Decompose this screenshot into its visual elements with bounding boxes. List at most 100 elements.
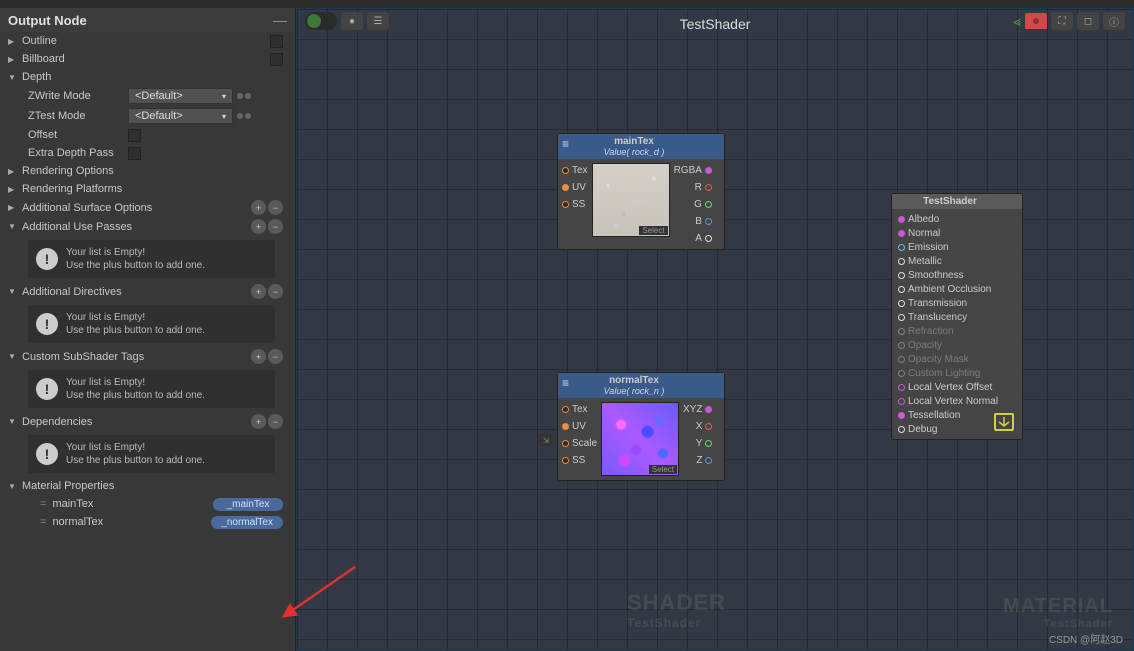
port-r-out[interactable]: R	[674, 180, 712, 194]
select-button[interactable]: Select	[639, 226, 667, 235]
port-g-out[interactable]: G	[674, 197, 712, 211]
billboard-label: Billboard	[22, 53, 270, 65]
prop-normaltex-row[interactable]: = normalTex _normalTex	[0, 513, 291, 531]
material-props-foldout[interactable]: ▼ Material Properties	[0, 477, 291, 495]
exclamation-icon: !	[36, 248, 58, 270]
outline-checkbox[interactable]	[270, 35, 283, 48]
port-transmission[interactable]: Transmission	[898, 296, 1016, 310]
port-ss-in[interactable]: SS	[562, 197, 588, 211]
port-ss-in[interactable]: SS	[562, 453, 597, 467]
port-ao[interactable]: Ambient Occlusion	[898, 282, 1016, 296]
prop-normaltex-name: normalTex	[52, 516, 211, 528]
camera-icon[interactable]	[1025, 13, 1047, 29]
port-rgba-out[interactable]: RGBA	[674, 163, 712, 177]
record-button[interactable]: ●	[341, 12, 363, 30]
directives-add-button[interactable]: +	[251, 284, 266, 299]
port-translucency[interactable]: Translucency	[898, 310, 1016, 324]
csdn-watermark: CSDN @阿赵3D	[1049, 631, 1123, 646]
port-albedo[interactable]: Albedo	[898, 212, 1016, 226]
focus-icon[interactable]: ⛶	[1051, 12, 1073, 30]
dependencies-remove-button[interactable]: −	[268, 414, 283, 429]
directives-foldout[interactable]: ▼ Additional Directives + −	[0, 282, 291, 301]
port-z-out[interactable]: Z	[683, 453, 712, 467]
billboard-checkbox[interactable]	[270, 53, 283, 66]
port-tex-in[interactable]: Tex	[562, 402, 597, 416]
share-icon[interactable]: ⪡	[1013, 13, 1021, 30]
wire-layer	[297, 9, 597, 159]
material-props-label: Material Properties	[22, 480, 283, 492]
subshader-tags-label: Custom SubShader Tags	[22, 351, 251, 363]
zwrite-dropdown[interactable]: <Default> ▾	[128, 88, 233, 104]
node-normaltex[interactable]: ≡ normalTex Value( rock_n ) Tex UV Scale…	[557, 372, 725, 481]
port-xyz-out[interactable]: XYZ	[683, 402, 712, 416]
port-opacity-mask[interactable]: Opacity Mask	[898, 352, 1016, 366]
port-local-vertex-normal[interactable]: Local Vertex Normal	[898, 394, 1016, 408]
surface-options-foldout[interactable]: ▶ Additional Surface Options + −	[0, 198, 291, 217]
prop-maintex-row[interactable]: = mainTex _mainTex	[0, 495, 291, 513]
extradepth-checkbox[interactable]	[128, 147, 141, 160]
port-uv-in[interactable]: UV	[562, 180, 588, 194]
subshader-add-button[interactable]: +	[251, 349, 266, 364]
texture-preview-maintex[interactable]: Select	[592, 163, 670, 237]
node-output-header: TestShader	[892, 194, 1022, 209]
use-passes-remove-button[interactable]: −	[268, 219, 283, 234]
node-menu-icon[interactable]: ≡	[562, 376, 569, 390]
port-tex-in[interactable]: Tex	[562, 163, 588, 177]
subshader-tags-foldout[interactable]: ▼ Custom SubShader Tags + −	[0, 347, 291, 366]
port-x-out[interactable]: X	[683, 419, 712, 433]
port-normal[interactable]: Normal	[898, 226, 1016, 240]
outline-label: Outline	[22, 35, 270, 47]
port-opacity[interactable]: Opacity	[898, 338, 1016, 352]
dependencies-label: Dependencies	[22, 416, 251, 428]
port-emission[interactable]: Emission	[898, 240, 1016, 254]
directives-label: Additional Directives	[22, 286, 251, 298]
node-maintex[interactable]: ≡ mainTex Value( rock_d ) Tex UV SS Sele…	[557, 133, 725, 250]
use-passes-foldout[interactable]: ▼ Additional Use Passes + −	[0, 217, 291, 236]
surface-add-button[interactable]: +	[251, 200, 266, 215]
surface-remove-button[interactable]: −	[268, 200, 283, 215]
offset-checkbox[interactable]	[128, 129, 141, 142]
empty-sub: Use the plus button to add one.	[66, 389, 205, 402]
minimize-icon[interactable]: —	[273, 12, 287, 28]
port-uv-in[interactable]: UV	[562, 419, 597, 433]
dependencies-foldout[interactable]: ▼ Dependencies + −	[0, 412, 291, 431]
directives-remove-button[interactable]: −	[268, 284, 283, 299]
port-y-out[interactable]: Y	[683, 436, 712, 450]
select-button[interactable]: Select	[649, 465, 677, 474]
port-smoothness[interactable]: Smoothness	[898, 268, 1016, 282]
rendering-platforms-label: Rendering Platforms	[22, 183, 283, 195]
port-metallic[interactable]: Metallic	[898, 254, 1016, 268]
texture-preview-normaltex[interactable]: Select	[601, 402, 679, 476]
dependencies-add-button[interactable]: +	[251, 414, 266, 429]
zwrite-value: <Default>	[135, 90, 183, 102]
save-icon[interactable]	[994, 413, 1014, 431]
directives-empty: ! Your list is Empty! Use the plus butto…	[28, 305, 275, 343]
node-output[interactable]: TestShader Albedo Normal Emission Metall…	[891, 193, 1023, 440]
port-custom-lighting[interactable]: Custom Lighting	[898, 366, 1016, 380]
live-toggle[interactable]	[305, 12, 337, 30]
billboard-foldout[interactable]: ▶ Billboard	[0, 50, 291, 68]
exclamation-icon: !	[36, 313, 58, 335]
node-maintex-title: mainTex	[564, 136, 704, 147]
list-button[interactable]: ☰	[367, 12, 389, 30]
info-icon[interactable]: ⓘ	[1103, 12, 1125, 30]
prop-maintex-name: mainTex	[52, 498, 213, 510]
use-passes-add-button[interactable]: +	[251, 219, 266, 234]
scale-chip[interactable]: ⇲	[539, 434, 553, 446]
rendering-platforms-foldout[interactable]: ▶ Rendering Platforms	[0, 180, 291, 198]
port-scale-in[interactable]: Scale	[562, 436, 597, 450]
port-refraction[interactable]: Refraction	[898, 324, 1016, 338]
port-b-out[interactable]: B	[674, 214, 712, 228]
port-a-out[interactable]: A	[674, 231, 712, 245]
ztest-dropdown[interactable]: <Default> ▾	[128, 108, 233, 124]
graph-canvas[interactable]: ● ☰ TestShader ⪡ ⛶ ◻ ⓘ	[296, 8, 1134, 651]
port-local-vertex-offset[interactable]: Local Vertex Offset	[898, 380, 1016, 394]
node-menu-icon[interactable]: ≡	[562, 137, 569, 151]
empty-title: Your list is Empty!	[66, 246, 205, 259]
rendering-options-foldout[interactable]: ▶ Rendering Options	[0, 162, 291, 180]
surface-options-label: Additional Surface Options	[22, 202, 251, 214]
subshader-remove-button[interactable]: −	[268, 349, 283, 364]
depth-foldout[interactable]: ▼ Depth	[0, 68, 291, 86]
fit-icon[interactable]: ◻	[1077, 12, 1099, 30]
outline-foldout[interactable]: ▶ Outline	[0, 32, 291, 50]
